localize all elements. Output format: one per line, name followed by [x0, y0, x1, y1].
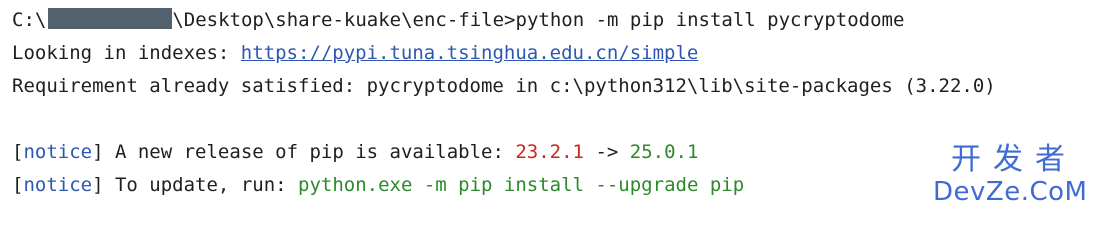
watermark-logo: 开发者 DevZe.CoM [933, 142, 1088, 208]
requirement-text: Requirement already satisfied: pycryptod… [12, 75, 996, 97]
entered-command: python -m pip install pycryptodome [515, 9, 905, 31]
index-label: Looking in indexes: [12, 42, 241, 64]
notice-bracket-open: [ [12, 141, 24, 163]
notice-bracket-close: ] [92, 141, 104, 163]
redacted-username [48, 8, 173, 29]
version-arrow: -> [584, 141, 630, 163]
index-url-link[interactable]: https://pypi.tuna.tsinghua.edu.cn/simple [241, 42, 699, 64]
watermark-english-text: DevZe.CoM [933, 177, 1088, 207]
watermark-chinese-text: 开发者 [951, 142, 1077, 177]
notice-tag: notice [23, 141, 93, 163]
terminal-output[interactable]: C:\ \Desktop\share-kuake\enc-file>python … [0, 0, 1093, 214]
notice-bracket-close: ] [92, 174, 104, 196]
notice-release-line: [notice] A new release of pip is availab… [12, 136, 1093, 169]
notice-update-line: [notice] To update, run: python.exe -m p… [12, 169, 1093, 202]
index-line: Looking in indexes: https://pypi.tuna.ts… [12, 37, 1093, 70]
requirement-line: Requirement already satisfied: pycryptod… [12, 70, 1093, 103]
upgrade-command: python.exe -m pip install --upgrade pip [298, 174, 745, 196]
prompt-path: \Desktop\share-kuake\enc-file> [172, 9, 516, 31]
notice-tag: notice [23, 174, 93, 196]
prompt-drive: C:\ [12, 9, 47, 31]
release-text: A new release of pip is available: [103, 141, 516, 163]
update-text: To update, run: [103, 174, 299, 196]
notice-bracket-open: [ [12, 174, 24, 196]
command-line: C:\ \Desktop\share-kuake\enc-file>python … [12, 4, 1093, 37]
old-version: 23.2.1 [515, 141, 584, 163]
new-version: 25.0.1 [629, 141, 699, 163]
